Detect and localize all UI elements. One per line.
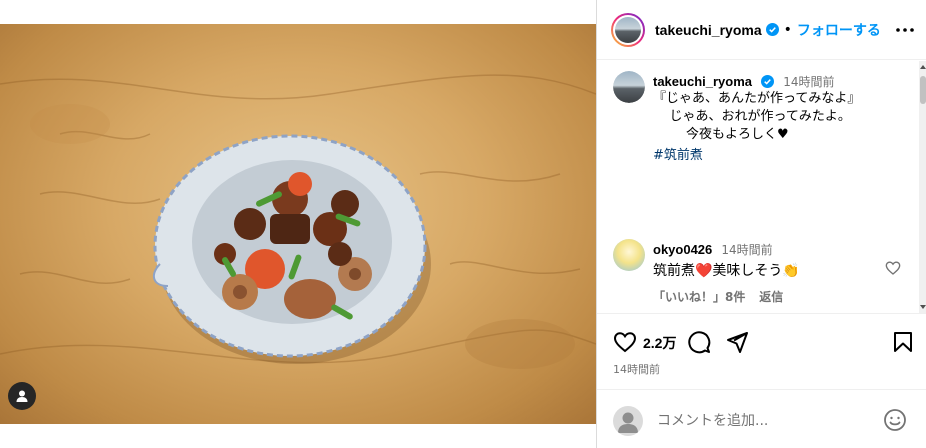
author-avatar[interactable] xyxy=(611,12,645,47)
add-comment-bar xyxy=(597,389,926,448)
more-icon xyxy=(896,28,914,32)
likes-count[interactable]: 2.2万 xyxy=(643,333,676,353)
verified-icon xyxy=(765,23,779,36)
caption-line: じゃあ、おれが作ってみたよ。 xyxy=(653,109,851,124)
caption-line: 『じゃあ、あんたが作ってみなよ』 xyxy=(653,91,861,106)
post-timestamp[interactable]: 14時間前 xyxy=(613,361,660,377)
commenter-avatar[interactable] xyxy=(613,239,645,271)
post-header: takeuchi_ryoma • フォローする xyxy=(597,0,926,60)
tagged-people-button[interactable] xyxy=(8,382,36,410)
caption-line: 今夜もよろしく♥ xyxy=(653,127,789,142)
comment-icon[interactable] xyxy=(687,330,711,354)
food-photo-illustration xyxy=(0,74,596,369)
scroll-up-arrow[interactable] xyxy=(920,65,926,69)
comment-reply-button[interactable]: 返信 xyxy=(759,290,783,304)
default-avatar-icon xyxy=(618,412,638,433)
bookmark-icon[interactable] xyxy=(891,330,915,354)
verified-icon xyxy=(761,75,775,88)
follow-button[interactable]: フォローする xyxy=(797,20,881,40)
comment-input[interactable] xyxy=(657,408,867,434)
comment-likes-count[interactable]: 「いいね！」8件 xyxy=(653,290,745,304)
post-media xyxy=(0,0,596,448)
heart-icon[interactable] xyxy=(613,330,637,354)
comment-time[interactable]: 14時間前 xyxy=(721,243,772,257)
scroll-thumb[interactable] xyxy=(920,76,926,104)
author-username[interactable]: takeuchi_ryoma xyxy=(655,22,762,38)
caption-username[interactable]: takeuchi_ryoma xyxy=(653,74,752,89)
post-actions: 2.2万 14時間前 xyxy=(597,313,926,448)
commenter-username[interactable]: okyo0426 xyxy=(653,242,712,257)
scroll-down-arrow[interactable] xyxy=(920,305,926,309)
separator-dot: • xyxy=(783,21,792,38)
comments-scrollbar[interactable] xyxy=(919,61,926,313)
comment-like-heart-icon[interactable] xyxy=(885,260,901,276)
comments-list[interactable]: takeuchi_ryoma 14時間前 『じゃあ、あんたが作ってみなよ』 じゃ… xyxy=(597,61,919,313)
post-photo[interactable] xyxy=(0,24,596,424)
current-user-avatar xyxy=(613,406,643,436)
share-icon[interactable] xyxy=(725,330,749,354)
hashtag-link[interactable]: #筑前煮 xyxy=(653,144,913,163)
more-options-button[interactable] xyxy=(895,20,915,40)
caption-avatar[interactable] xyxy=(613,71,645,103)
emoji-icon[interactable] xyxy=(883,408,907,432)
comment-text: 筑前煮❤️美味しそう👏 xyxy=(653,263,800,279)
post-sidebar: takeuchi_ryoma • フォローする takeuchi_ryoma 1… xyxy=(596,0,926,448)
caption-time[interactable]: 14時間前 xyxy=(783,75,834,89)
person-tag-icon xyxy=(16,390,28,402)
